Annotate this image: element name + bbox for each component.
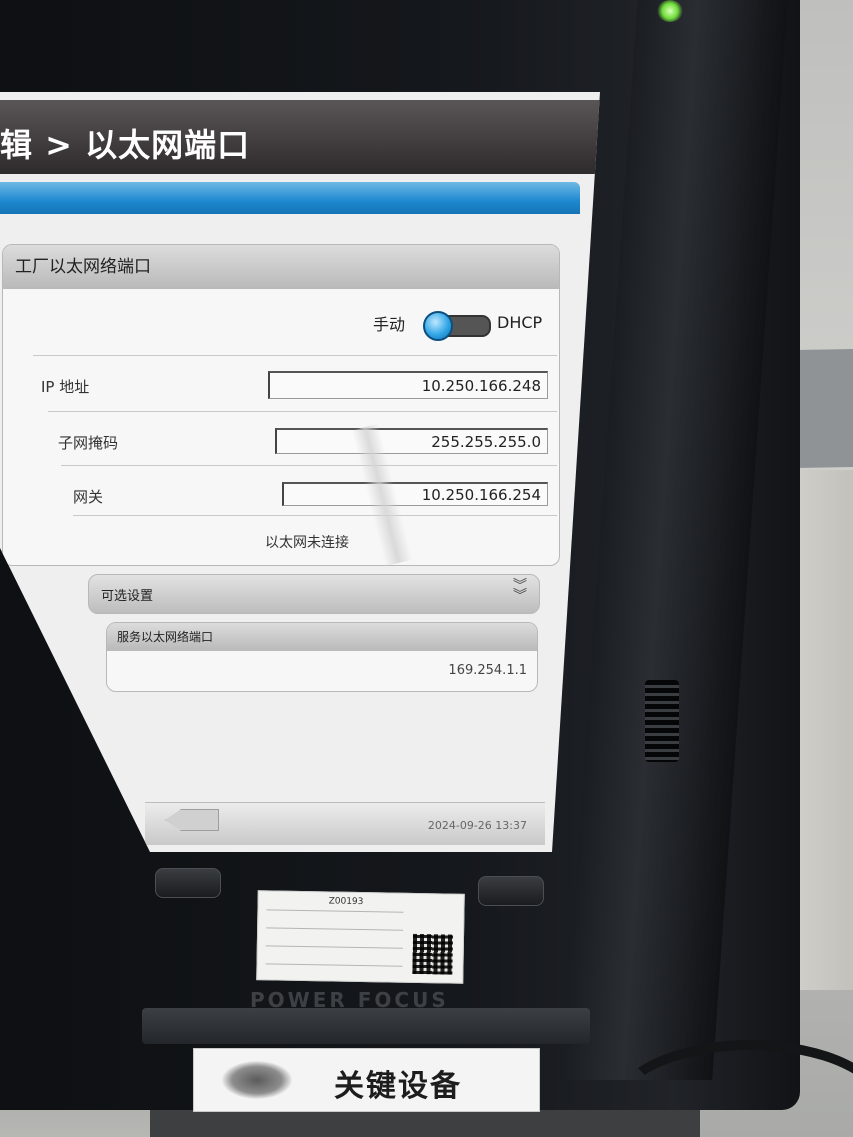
ip-address-row: IP 地址 10.250.166.248 [33, 355, 557, 412]
datetime-display: 2024-09-26 13:37 [427, 819, 527, 832]
key-equipment-text: 关键设备 [334, 1069, 462, 1104]
device-grip [645, 680, 679, 762]
dhcp-label: DHCP [497, 313, 543, 332]
back-arrow-icon[interactable] [165, 809, 219, 831]
key-equipment-label: 关键设备 [193, 1048, 540, 1112]
sticker-line [265, 963, 403, 967]
screen-footer: 2024-09-26 13:37 [145, 802, 545, 845]
manual-label: 手动 [373, 315, 406, 334]
subnet-mask-field[interactable]: 255.255.255.0 [275, 428, 548, 454]
panel-heading: 工厂以太网络端口 [3, 245, 559, 289]
status-row: 以太网未连接 [73, 515, 557, 565]
status-led [657, 0, 683, 22]
photo-scene: 定资产 辑 > 以太网端口 工厂以太网络端口 手动 DHCP IP 地址 10.… [0, 0, 853, 1137]
optional-settings-bar[interactable]: 可选设置 ︾ ︾ [88, 574, 540, 614]
service-panel-heading: 服务以太网络端口 [107, 623, 537, 651]
service-panel-title: 服务以太网络端口 [117, 630, 214, 644]
gateway-label: 网关 [73, 488, 104, 506]
sticker-serial: Z00193 [328, 896, 364, 908]
subnet-mask-row: 子网掩码 255.255.255.0 [48, 411, 557, 466]
sticker-line [266, 909, 404, 913]
gateway-field[interactable]: 10.250.166.254 [282, 482, 548, 506]
sticker-line [265, 945, 403, 949]
blue-header-bar [0, 182, 580, 214]
serial-sticker: Z00193 [256, 890, 465, 984]
gateway-row: 网关 10.250.166.254 [61, 465, 557, 516]
toggle-knob [423, 311, 453, 341]
company-logo [222, 1061, 292, 1099]
connection-status: 以太网未连接 [265, 535, 349, 551]
title-bar: 辑 > 以太网端口 [0, 100, 600, 174]
optional-settings-label: 可选设置 [101, 589, 154, 604]
double-chevron-down-icon[interactable]: ︾ ︾ [513, 579, 527, 603]
factory-panel-title: 工厂以太网络端口 [15, 257, 151, 277]
service-ip-value: 169.254.1.1 [448, 663, 527, 678]
service-ethernet-panel: 服务以太网络端口 169.254.1.1 [106, 622, 538, 692]
right-hardware-button[interactable] [478, 876, 544, 906]
factory-ethernet-panel: 工厂以太网络端口 手动 DHCP IP 地址 10.250.166.248 子网… [2, 244, 560, 566]
ip-address-field[interactable]: 10.250.166.248 [268, 371, 548, 399]
ip-address-label: IP 地址 [41, 378, 90, 396]
left-hardware-button[interactable] [155, 868, 221, 898]
device-bottom-strip [142, 1008, 590, 1044]
sticker-line [266, 927, 404, 931]
subnet-mask-label: 子网掩码 [58, 434, 119, 452]
dhcp-toggle[interactable] [423, 311, 493, 341]
page-title: 辑 > 以太网端口 [0, 126, 251, 164]
qr-code [412, 933, 454, 975]
